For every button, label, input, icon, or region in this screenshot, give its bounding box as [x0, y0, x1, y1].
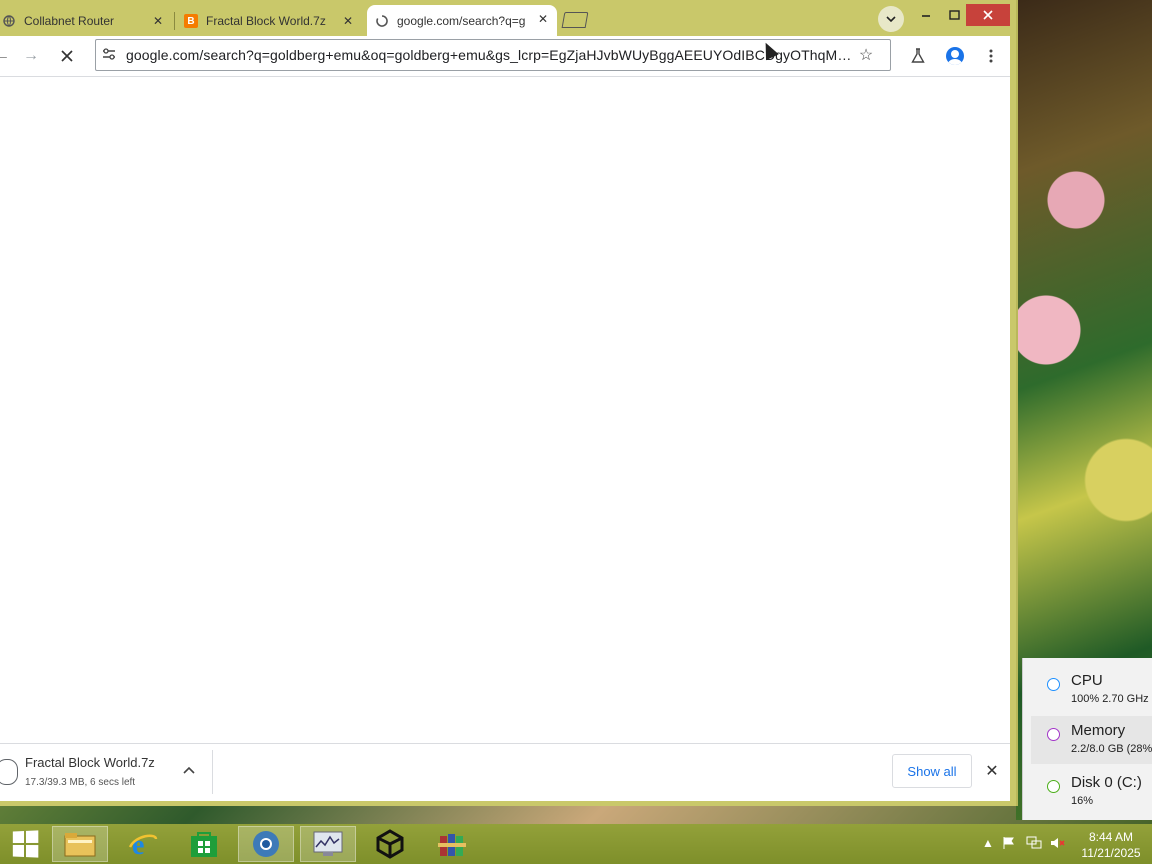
stop-loading-icon[interactable] [55, 44, 79, 68]
chevron-up-icon[interactable] [180, 762, 198, 780]
internet-explorer-button[interactable]: e [115, 826, 171, 862]
disk-indicator-icon [1047, 780, 1060, 793]
unity-icon [376, 829, 404, 859]
windows-logo-icon [12, 830, 39, 858]
cpu-indicator-icon [1047, 678, 1060, 691]
internet-explorer-icon: e [128, 830, 158, 859]
network-icon[interactable] [1026, 836, 1042, 853]
chrome-button[interactable] [238, 826, 294, 862]
minimize-button[interactable] [912, 4, 940, 26]
site-info-icon[interactable] [102, 47, 118, 63]
browser-window: Collabnet Router ✕ B Fractal Block World… [0, 0, 1018, 806]
close-tab-icon[interactable]: ✕ [535, 11, 551, 27]
bookmark-star-icon[interactable]: ☆ [854, 45, 878, 65]
tab-google-search[interactable]: google.com/search?q=g ✕ [367, 5, 557, 36]
file-icon [0, 759, 18, 785]
clock-date: 11/21/2025 [1081, 846, 1141, 860]
system-clock[interactable]: 8:44 AM 11/21/2025 [1078, 829, 1144, 861]
loading-icon [375, 14, 389, 28]
perf-title: Memory [1071, 722, 1126, 739]
perf-title: CPU [1071, 672, 1103, 689]
resource-monitor-button[interactable] [300, 826, 356, 862]
perf-title: Disk 0 (C:) [1071, 774, 1142, 791]
monitor-chart-icon [313, 831, 343, 856]
globe-icon [2, 14, 16, 28]
archive-books-icon [438, 834, 466, 856]
svg-text:e: e [132, 830, 144, 859]
store-button[interactable] [176, 826, 232, 862]
url-text[interactable]: google.com/search?q=goldberg+emu&oq=gold… [126, 47, 854, 63]
forward-arrow-icon[interactable]: → [19, 44, 43, 68]
memory-indicator-icon [1047, 728, 1060, 741]
close-shelf-icon[interactable]: ✕ [982, 761, 1002, 781]
tab-strip: Collabnet Router ✕ B Fractal Block World… [0, 0, 1016, 38]
browser-toolbar: ← → google.com/search?q=goldberg+emu&oq=… [0, 36, 1010, 77]
page-content [0, 77, 1010, 743]
perf-subtitle: 100% 2.70 GHz [1071, 693, 1149, 705]
action-center-flag-icon[interactable] [1002, 836, 1016, 853]
tab-search-icon[interactable] [878, 6, 904, 32]
show-all-button[interactable]: Show all [892, 754, 972, 788]
close-tab-icon[interactable]: ✕ [150, 13, 166, 29]
task-manager-performance-panel: CPU 100% 2.70 GHz Memory 2.2/8.0 GB (28%… [1022, 658, 1152, 820]
show-hidden-icons-icon[interactable]: ▲ [982, 836, 994, 850]
tab-title: google.com/search?q=g [397, 13, 525, 28]
labs-flask-icon[interactable] [906, 44, 930, 68]
folder-icon [64, 833, 96, 857]
perf-item-cpu[interactable]: CPU 100% 2.70 GHz [1031, 666, 1152, 714]
profile-avatar-icon[interactable] [943, 44, 967, 68]
download-status: 17.3/39.3 MB, 6 secs left [25, 777, 136, 788]
winrar-button[interactable] [424, 826, 480, 862]
perf-item-disk[interactable]: Disk 0 (C:) 16% [1031, 768, 1152, 816]
tab-title: Collabnet Router [24, 14, 115, 28]
start-button[interactable] [0, 826, 50, 862]
perf-subtitle: 2.2/8.0 GB (28%) [1071, 743, 1152, 755]
tab-fractal-block-world[interactable]: B Fractal Block World.7z ✕ [176, 7, 362, 35]
download-filename[interactable]: Fractal Block World.7z [25, 755, 155, 770]
divider [212, 750, 213, 794]
tab-collabnet-router[interactable]: Collabnet Router ✕ [0, 7, 172, 35]
maximize-button[interactable] [940, 4, 968, 26]
unity-button[interactable] [362, 826, 418, 862]
taskbar: e ▲ 8:44 AM 11/21/2025 [0, 824, 1152, 864]
store-icon [191, 832, 217, 857]
blogger-icon: B [184, 14, 198, 28]
perf-subtitle: 16% [1071, 795, 1094, 807]
close-tab-icon[interactable]: ✕ [340, 13, 356, 29]
close-window-button[interactable] [966, 4, 1010, 26]
new-tab-icon[interactable] [561, 12, 589, 28]
file-explorer-button[interactable] [52, 826, 108, 862]
download-shelf: Fractal Block World.7z 17.3/39.3 MB, 6 s… [0, 743, 1010, 801]
tab-separator [174, 12, 175, 30]
back-arrow-icon[interactable]: ← [0, 44, 14, 68]
chrome-icon [253, 831, 279, 857]
clock-time: 8:44 AM [1088, 830, 1134, 844]
volume-muted-icon[interactable] [1050, 836, 1066, 853]
perf-item-memory[interactable]: Memory 2.2/8.0 GB (28%) [1031, 716, 1152, 764]
menu-more-icon[interactable] [979, 44, 1003, 68]
tab-title: Fractal Block World.7z [206, 14, 326, 28]
